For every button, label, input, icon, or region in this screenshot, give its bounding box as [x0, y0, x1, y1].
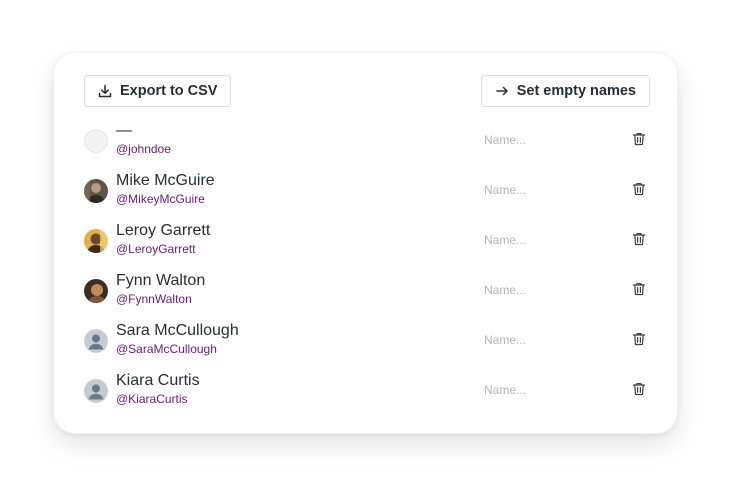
avatar [84, 129, 108, 153]
user-row: Sara McCullough @SaraMcCullough [84, 321, 650, 361]
trash-icon [632, 382, 646, 401]
export-csv-button[interactable]: Export to CSV [84, 75, 232, 107]
user-row: — @johndoe [84, 121, 650, 161]
user-handle: @KiaraCurtis [116, 392, 188, 406]
trash-icon [632, 332, 646, 351]
user-name: Sara McCullough [116, 322, 239, 339]
delete-button[interactable] [628, 130, 650, 152]
name-input[interactable] [484, 229, 594, 251]
user-list-card: Export to CSV Set empty names — @johndoe [53, 52, 678, 434]
name-input[interactable] [484, 179, 594, 201]
user-handle: @LeroyGarrett [116, 242, 196, 256]
user-name: Fynn Walton [116, 272, 206, 289]
avatar [84, 279, 108, 303]
user-name: Kiara Curtis [116, 372, 200, 389]
name-input[interactable] [484, 379, 594, 401]
delete-button[interactable] [628, 180, 650, 202]
export-csv-label: Export to CSV [120, 83, 218, 99]
user-row: Fynn Walton @FynnWalton [84, 271, 650, 311]
user-handle: @MikeyMcGuire [116, 192, 205, 206]
user-handle: @SaraMcCullough [116, 342, 217, 356]
arrow-right-icon [495, 84, 509, 98]
set-empty-names-button[interactable]: Set empty names [480, 75, 650, 107]
trash-icon [632, 182, 646, 201]
download-icon [98, 84, 112, 98]
delete-button[interactable] [628, 380, 650, 402]
name-input[interactable] [484, 279, 594, 301]
default-avatar-icon [84, 329, 108, 353]
user-row: Kiara Curtis @KiaraCurtis [84, 371, 650, 411]
user-row: Mike McGuire @MikeyMcGuire [84, 171, 650, 211]
default-avatar-icon [84, 379, 108, 403]
user-name: — [116, 122, 132, 139]
avatar [84, 179, 108, 203]
name-input[interactable] [484, 329, 594, 351]
trash-icon [632, 132, 646, 151]
delete-button[interactable] [628, 230, 650, 252]
set-empty-names-label: Set empty names [516, 83, 636, 99]
avatar [84, 229, 108, 253]
delete-button[interactable] [628, 280, 650, 302]
user-handle: @FynnWalton [116, 292, 192, 306]
user-name: Mike McGuire [116, 172, 215, 189]
user-name: Leroy Garrett [116, 222, 211, 239]
name-input[interactable] [484, 129, 594, 151]
user-handle: @johndoe [116, 142, 171, 156]
delete-button[interactable] [628, 330, 650, 352]
trash-icon [632, 282, 646, 301]
trash-icon [632, 232, 646, 251]
user-row: Leroy Garrett @LeroyGarrett [84, 221, 650, 261]
